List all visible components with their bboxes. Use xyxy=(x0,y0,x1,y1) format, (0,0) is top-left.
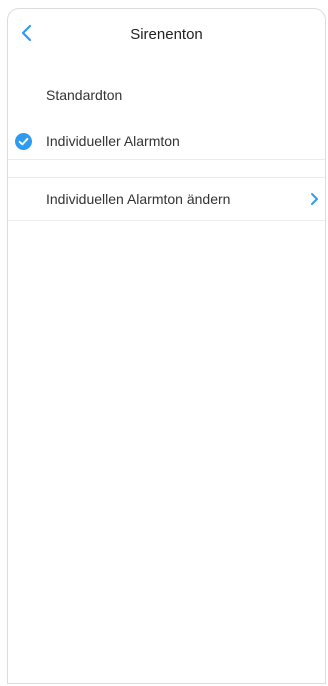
option-standard-tone[interactable]: Standardton xyxy=(8,76,325,114)
option-custom-tone[interactable]: Individueller Alarmton xyxy=(8,122,325,160)
checkmark-icon xyxy=(15,132,32,150)
divider xyxy=(8,177,325,178)
option-label: Individueller Alarmton xyxy=(46,133,180,149)
header: Sirenenton xyxy=(8,9,325,61)
option-label: Standardton xyxy=(46,87,123,103)
divider xyxy=(8,220,325,221)
nav-row-label: Individuellen Alarmton ändern xyxy=(46,191,231,207)
change-custom-tone-row[interactable]: Individuellen Alarmton ändern xyxy=(8,179,325,219)
settings-screen: Sirenenton Standardton Individueller Ala… xyxy=(7,8,326,684)
chevron-right-icon xyxy=(311,193,318,205)
divider xyxy=(8,159,325,160)
page-title: Sirenenton xyxy=(130,26,203,43)
